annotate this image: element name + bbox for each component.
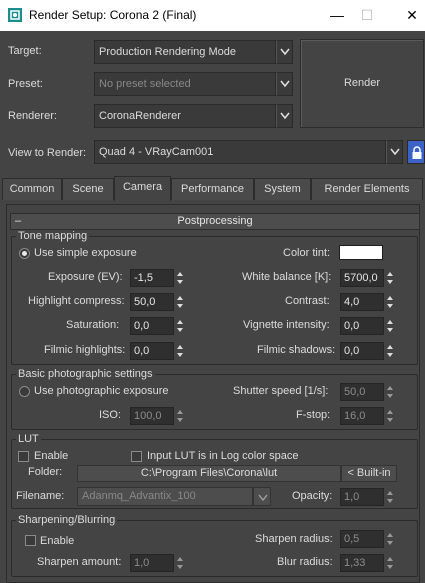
lut-filename-dropdown[interactable]: Adanmq_Advantix_100	[77, 487, 253, 506]
sharpen-radius-input[interactable]: 0,5	[340, 530, 384, 548]
lock-icon	[412, 146, 422, 159]
sharpen-amount-label: Sharpen amount:	[37, 556, 122, 568]
f-stop-label: F-stop:	[296, 409, 331, 421]
renderer-dropdown[interactable]: CoronaRenderer	[94, 104, 276, 128]
lut-enable-checkbox[interactable]	[18, 451, 29, 462]
vignette-intensity-input[interactable]: 0,0	[340, 317, 384, 335]
photographic-exposure-radio[interactable]	[19, 386, 30, 397]
white-balance-label: White balance [K]:	[242, 271, 332, 283]
chevron-down-icon[interactable]	[276, 104, 293, 128]
filmic-shadows-label: Filmic shadows:	[257, 344, 336, 356]
sharpening-title: Sharpening/Blurring	[16, 514, 118, 526]
photographic-exposure-label: Use photographic exposure	[34, 385, 169, 397]
spinner-arrows-icon[interactable]	[385, 342, 395, 360]
postprocessing-rollout[interactable]: – Postprocessing	[10, 213, 420, 230]
filename-label: Filename:	[16, 490, 65, 502]
lut-title: LUT	[16, 433, 41, 445]
spinner-arrows-icon[interactable]	[385, 554, 395, 572]
simple-exposure-radio[interactable]	[19, 248, 30, 259]
sharpen-enable-label: Enable	[40, 535, 75, 547]
renderer-label: Renderer:	[8, 110, 57, 122]
exposure-label: Exposure (EV):	[48, 271, 123, 283]
lut-folder-path[interactable]: C:\Program Files\Corona\lut	[77, 465, 341, 482]
title-bar: Render Setup: Corona 2 (Final) — ☐ ✕	[0, 0, 425, 31]
chevron-down-icon[interactable]	[276, 40, 293, 64]
highlight-compress-input[interactable]: 50,0	[130, 293, 174, 311]
chevron-down-icon[interactable]	[276, 72, 293, 96]
spinner-arrows-icon[interactable]	[385, 407, 395, 425]
rollout-title: Postprocessing	[177, 215, 253, 227]
tab-render-elements[interactable]: Render Elements	[311, 178, 423, 200]
chevron-down-icon[interactable]	[386, 140, 403, 164]
f-stop-input[interactable]: 16,0	[340, 407, 384, 425]
spinner-arrows-icon[interactable]	[175, 342, 185, 360]
close-button[interactable]: ✕	[399, 3, 425, 27]
filmic-highlights-input[interactable]: 0,0	[130, 342, 174, 360]
spinner-arrows-icon[interactable]	[385, 269, 395, 287]
color-tint-swatch[interactable]	[339, 245, 383, 260]
view-to-render-dropdown[interactable]: Quad 4 - VRayCam001	[94, 140, 386, 164]
spinner-arrows-icon[interactable]	[385, 383, 395, 401]
render-button[interactable]: Render	[300, 39, 424, 128]
view-to-render-label: View to Render:	[8, 147, 87, 159]
spinner-arrows-icon[interactable]	[385, 293, 395, 311]
target-label: Target:	[8, 45, 42, 57]
preset-label: Preset:	[8, 78, 43, 90]
contrast-input[interactable]: 4,0	[340, 293, 384, 311]
blur-radius-input[interactable]: 1,33	[340, 554, 384, 572]
iso-input[interactable]: 100,0	[130, 407, 174, 425]
shutter-speed-input[interactable]: 50,0	[340, 383, 384, 401]
tab-common[interactable]: Common	[2, 178, 62, 200]
spinner-arrows-icon[interactable]	[175, 269, 185, 287]
blur-radius-label: Blur radius:	[277, 556, 333, 568]
target-dropdown[interactable]: Production Rendering Mode	[94, 40, 276, 64]
tab-scene[interactable]: Scene	[62, 178, 114, 200]
lut-enable-label: Enable	[34, 450, 69, 462]
preset-dropdown[interactable]: No preset selected	[94, 72, 276, 96]
window-title: Render Setup: Corona 2 (Final)	[29, 8, 197, 22]
lut-log-label: Input LUT is in Log color space	[147, 450, 299, 462]
spinner-arrows-icon[interactable]	[175, 317, 185, 335]
chevron-down-icon[interactable]	[253, 487, 271, 506]
filmic-highlights-label: Filmic highlights:	[44, 344, 126, 356]
opacity-label: Opacity:	[292, 490, 333, 502]
filmic-shadows-input[interactable]: 0,0	[340, 342, 384, 360]
sharpen-radius-label: Sharpen radius:	[255, 533, 333, 545]
shutter-speed-label: Shutter speed [1/s]:	[233, 385, 329, 397]
exposure-input[interactable]: -1,5	[130, 269, 174, 287]
minimize-button[interactable]: —	[324, 3, 350, 27]
tab-system[interactable]: System	[254, 178, 311, 200]
saturation-input[interactable]: 0,0	[130, 317, 174, 335]
tone-mapping-title: Tone mapping	[16, 230, 90, 242]
simple-exposure-label: Use simple exposure	[34, 247, 137, 259]
spinner-arrows-icon[interactable]	[175, 554, 185, 572]
builtin-button[interactable]: < Built-in	[341, 465, 397, 482]
tab-camera[interactable]: Camera	[114, 176, 171, 201]
opacity-input[interactable]: 1,0	[340, 488, 384, 506]
app-icon	[8, 8, 22, 22]
spinner-arrows-icon[interactable]	[385, 317, 395, 335]
spinner-arrows-icon[interactable]	[385, 530, 395, 548]
maximize-button[interactable]: ☐	[354, 3, 380, 27]
spinner-arrows-icon[interactable]	[175, 293, 185, 311]
vignette-intensity-label: Vignette intensity:	[243, 319, 330, 331]
white-balance-input[interactable]: 5700,0	[340, 269, 384, 287]
saturation-label: Saturation:	[66, 319, 120, 331]
tab-performance[interactable]: Performance	[171, 178, 254, 200]
iso-label: ISO:	[99, 409, 122, 421]
contrast-label: Contrast:	[285, 295, 330, 307]
lock-view-button[interactable]	[407, 140, 425, 164]
lut-log-checkbox[interactable]	[131, 451, 142, 462]
spinner-arrows-icon[interactable]	[385, 488, 395, 506]
spinner-arrows-icon[interactable]	[175, 407, 185, 425]
color-tint-label: Color tint:	[283, 247, 331, 259]
collapse-icon: –	[15, 215, 22, 227]
photographic-title: Basic photographic settings	[16, 368, 155, 380]
sharpen-amount-input[interactable]: 1,0	[130, 554, 174, 572]
sharpen-enable-checkbox[interactable]	[25, 535, 36, 546]
highlight-compress-label: Highlight compress:	[28, 295, 125, 307]
folder-label: Folder:	[28, 466, 63, 478]
